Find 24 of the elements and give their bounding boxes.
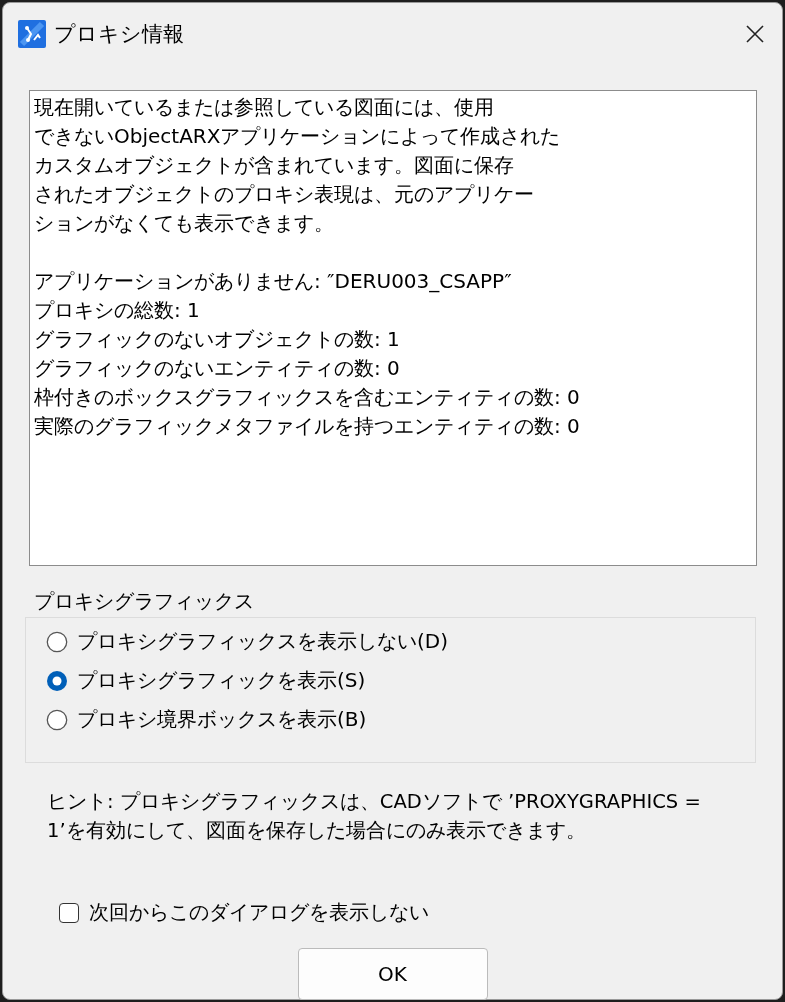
group-title: プロキシグラフィックス <box>34 588 255 615</box>
message-line: 現在開いているまたは参照している図面には、使用 <box>34 94 495 121</box>
message-line: できないObjectARXアプリケーションによって作成された <box>34 123 562 150</box>
message-line: されたオブジェクトのプロキシ表現は、元のアプリケー <box>34 181 535 208</box>
detail-line: プロキシの総数: 1 <box>34 297 201 324</box>
checkbox-box[interactable] <box>59 902 79 923</box>
radio-option[interactable]: プロキシグラフィックを表示(S) <box>46 667 755 694</box>
dont-show-checkbox[interactable]: 次回からこのダイアログを表示しない <box>59 899 429 926</box>
close-icon <box>745 24 765 44</box>
window-title: プロキシ情報 <box>54 21 185 48</box>
hint-line: ヒント: プロキシグラフィックスは、CADソフトで ’PROXYGRAPHICS = <box>47 789 702 815</box>
message-text-area[interactable] <box>29 90 757 566</box>
detail-line: アプリケーションがありません: ″DERU003_CSAPP″ <box>34 268 513 295</box>
hint-line: 1’を有効にして、図面を保存した場合にのみ表示できます。 <box>47 818 587 844</box>
detail-line: 枠付きのボックスグラフィックスを含むエンティティの数: 0 <box>34 384 581 411</box>
ok-button[interactable]: OK <box>297 948 488 1000</box>
radio-option[interactable]: プロキシグラフィックスを表示しない(D) <box>46 628 755 655</box>
app-icon <box>18 20 46 48</box>
detail-line: 実際のグラフィックメタファイルを持つエンティティの数: 0 <box>34 413 581 440</box>
message-line: カスタムオブジェクトが含まれています。図面に保存 <box>34 152 515 179</box>
message-line: ションがなくても表示できます。 <box>34 210 335 237</box>
radio-option[interactable]: プロキシ境界ボックスを表示(B) <box>46 706 755 733</box>
detail-line: グラフィックのないオブジェクトの数: 1 <box>34 326 401 353</box>
detail-line: グラフィックのないエンティティの数: 0 <box>34 355 401 382</box>
